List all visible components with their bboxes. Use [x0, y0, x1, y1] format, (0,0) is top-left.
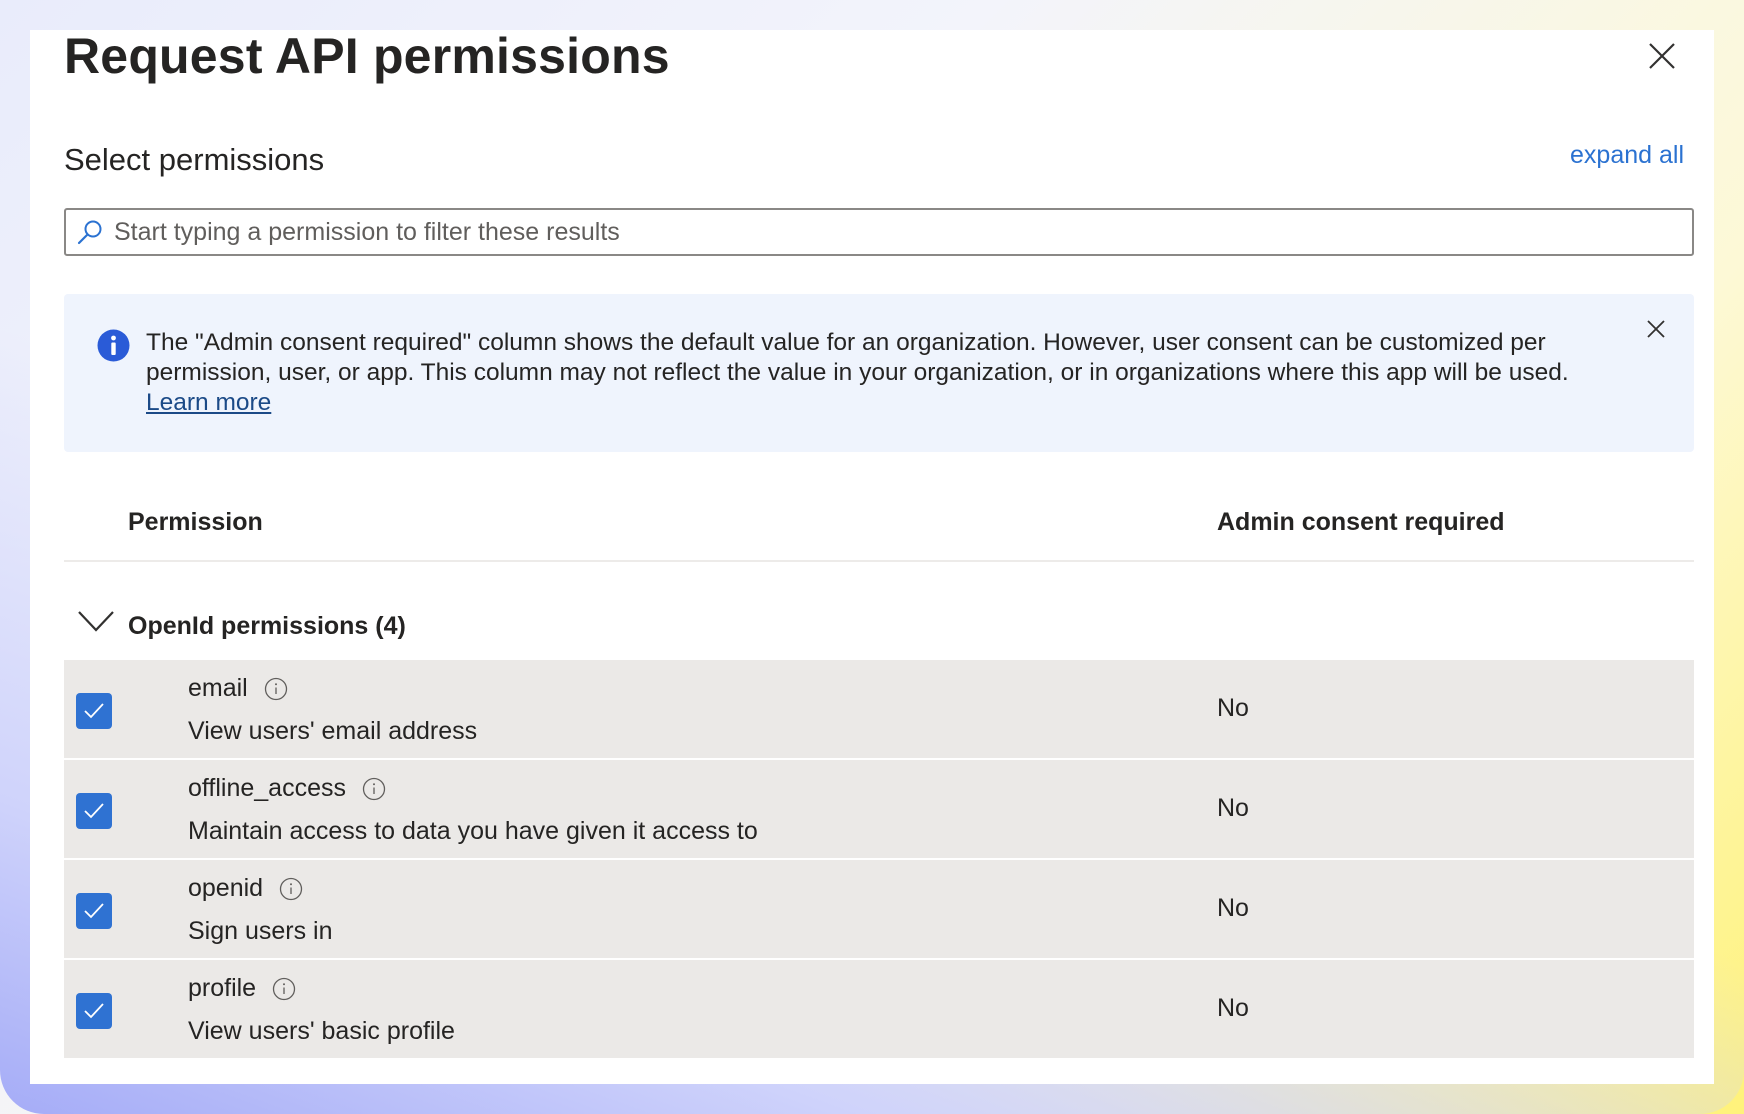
permission-checkbox[interactable] [76, 693, 112, 729]
search-icon [77, 220, 102, 245]
admin-consent-value: No [1217, 994, 1249, 1022]
permission-description: Sign users in [188, 917, 333, 945]
checkmark-icon [84, 803, 104, 819]
close-icon [1649, 43, 1675, 69]
permission-rows: email View users' email address No offli… [64, 660, 1694, 1060]
table-row[interactable]: email View users' email address No [64, 660, 1694, 758]
permission-search-box[interactable] [64, 208, 1694, 256]
info-tooltip-icon[interactable] [264, 677, 288, 701]
column-header-permission[interactable]: Permission [128, 508, 263, 537]
info-icon [97, 329, 130, 362]
info-banner: The "Admin consent required" column show… [64, 294, 1694, 452]
admin-consent-value: No [1217, 794, 1249, 822]
dismiss-banner-button[interactable] [1647, 320, 1665, 338]
info-tooltip-icon[interactable] [272, 977, 296, 1001]
checkmark-icon [84, 903, 104, 919]
table-row[interactable]: openid Sign users in No [64, 860, 1694, 958]
select-permissions-heading: Select permissions [64, 142, 325, 177]
request-api-permissions-dialog: Request API permissions Select permissio… [30, 30, 1714, 1084]
expand-all-link[interactable]: expand all [1570, 141, 1684, 170]
permission-description: View users' basic profile [188, 1017, 455, 1045]
close-dialog-button[interactable] [1648, 42, 1676, 70]
permission-name-text: profile [188, 974, 257, 1002]
checkmark-icon [84, 1003, 104, 1019]
checkmark-icon [84, 703, 104, 719]
permission-name: openid [188, 874, 303, 903]
chevron-down-icon[interactable] [78, 610, 114, 634]
permission-description: View users' email address [188, 717, 478, 745]
info-banner-text: The "Admin consent required" column show… [146, 328, 1606, 418]
admin-consent-value: No [1217, 694, 1249, 722]
permission-name-text: offline_access [188, 774, 346, 802]
learn-more-link[interactable]: Learn more [146, 389, 271, 416]
info-banner-message: The "Admin consent required" column show… [146, 329, 1569, 386]
permission-checkbox[interactable] [76, 993, 112, 1029]
info-tooltip-icon[interactable] [279, 877, 303, 901]
permission-name: offline_access [188, 774, 386, 803]
group-label: OpenId permissions (4) [128, 612, 406, 640]
group-openid-permissions[interactable]: OpenId permissions (4) [64, 590, 1694, 660]
info-tooltip-icon[interactable] [362, 777, 386, 801]
permission-checkbox[interactable] [76, 793, 112, 829]
permission-name: profile [188, 974, 296, 1003]
close-icon [1647, 320, 1665, 338]
permission-name: email [188, 674, 288, 703]
admin-consent-value: No [1217, 894, 1249, 922]
dialog-title: Request API permissions [64, 30, 670, 84]
permission-checkbox[interactable] [76, 893, 112, 929]
table-row[interactable]: profile View users' basic profile No [64, 960, 1694, 1058]
column-header-admin-consent[interactable]: Admin consent required [1217, 508, 1505, 537]
table-row[interactable]: offline_access Maintain access to data y… [64, 760, 1694, 858]
permission-description: Maintain access to data you have given i… [188, 817, 758, 845]
permission-name-text: email [188, 674, 248, 702]
permission-name-text: openid [188, 874, 264, 902]
table-header: Permission Admin consent required [64, 500, 1694, 562]
permission-search-input[interactable] [114, 217, 1692, 247]
